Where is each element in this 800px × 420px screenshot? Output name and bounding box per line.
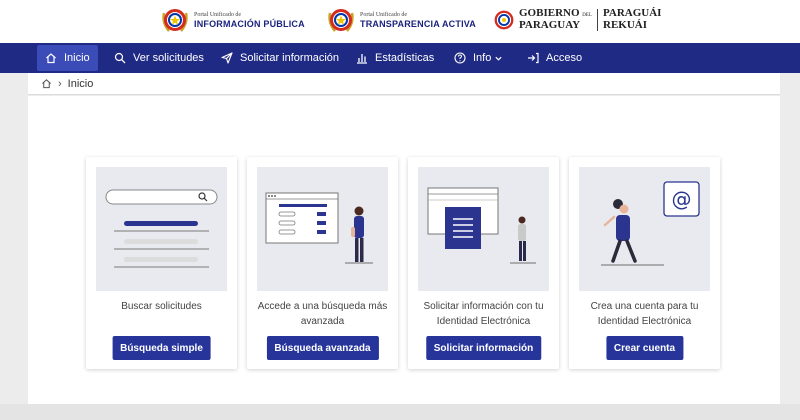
gov-line4: REKUÁI bbox=[603, 19, 648, 31]
chevron-down-icon bbox=[495, 56, 502, 61]
nav-label: Inicio bbox=[64, 52, 90, 64]
breadcrumb: › Inicio bbox=[28, 73, 780, 95]
svg-text:@: @ bbox=[672, 187, 692, 211]
logo-big-text: INFORMACIÓN PÚBLICA bbox=[194, 18, 305, 29]
search-illustration bbox=[96, 167, 227, 291]
card-description: Accede a una búsqueda más avanzada bbox=[257, 301, 388, 327]
request-info-illustration bbox=[418, 167, 549, 291]
nav-label: Solicitar información bbox=[240, 52, 340, 64]
logo-informacion-publica[interactable]: Portal Unificado de INFORMACIÓN PÚBLICA bbox=[160, 5, 305, 35]
nav-item-solicitar-informacion[interactable]: Solicitar información bbox=[213, 45, 347, 71]
advanced-search-illustration bbox=[257, 167, 388, 291]
card-crear-cuenta: @ Crea una cuenta para tu Identidad Elec… bbox=[569, 157, 720, 369]
main-nav: Inicio Ver solicitudes Solicitar informa… bbox=[0, 43, 800, 73]
nav-label: Ver solicitudes bbox=[133, 52, 204, 64]
main-content: Buscar solicitudes Búsqueda simple Acced… bbox=[28, 96, 780, 404]
card-description: Solicitar información con tu Identidad E… bbox=[423, 301, 544, 327]
logo-bar: Portal Unificado de INFORMACIÓN PÚBLICA … bbox=[0, 0, 800, 43]
bar-chart-icon bbox=[357, 54, 367, 64]
gov-line1-small: DEL bbox=[582, 13, 592, 19]
nav-item-inicio[interactable]: Inicio bbox=[37, 45, 98, 71]
logo-small-text: Portal Unificado de bbox=[194, 11, 241, 18]
logo-gobierno-paraguay[interactable]: GOBIERNO DEL PARAGUAY PARAGUÁI REKUÁI bbox=[493, 5, 661, 35]
gov-line2: PARAGUAY bbox=[519, 19, 581, 31]
paraguay-seal-icon bbox=[328, 9, 354, 32]
solicitar-informacion-button[interactable]: Solicitar información bbox=[425, 336, 542, 360]
login-icon bbox=[528, 52, 539, 64]
gov-separator bbox=[597, 9, 598, 31]
nav-label: Info bbox=[473, 52, 492, 64]
card-description: Crea una cuenta para tu Identidad Electr… bbox=[590, 301, 699, 327]
home-icon bbox=[46, 53, 56, 64]
nav-item-estadisticas[interactable]: Estadísticas bbox=[348, 45, 442, 71]
logo-big-text: TRANSPARENCIA ACTIVA bbox=[360, 18, 476, 29]
breadcrumb-current: Inicio bbox=[67, 77, 94, 90]
nav-label: Acceso bbox=[546, 52, 583, 64]
busqueda-simple-button[interactable]: Búsqueda simple bbox=[112, 336, 211, 360]
logo-transparencia-activa[interactable]: Portal Unificado de TRANSPARENCIA ACTIVA bbox=[326, 5, 476, 35]
busqueda-avanzada-button[interactable]: Búsqueda avanzada bbox=[266, 336, 379, 360]
create-account-illustration: @ bbox=[579, 167, 710, 291]
gov-seal-icon bbox=[494, 10, 514, 30]
card-busqueda-avanzada: Accede a una búsqueda más avanzada Búsqu… bbox=[247, 157, 398, 369]
logo-small-text: Portal Unificado de bbox=[360, 11, 407, 18]
card-description: Buscar solicitudes bbox=[121, 301, 202, 312]
nav-item-ver-solicitudes[interactable]: Ver solicitudes bbox=[106, 45, 212, 71]
crear-cuenta-button[interactable]: Crear cuenta bbox=[605, 336, 684, 360]
nav-label: Estadísticas bbox=[375, 52, 435, 64]
nav-item-info[interactable]: Info bbox=[446, 45, 511, 71]
gov-line1: GOBIERNO bbox=[519, 7, 580, 20]
home-icon[interactable] bbox=[41, 78, 52, 89]
card-solicitar-informacion: Solicitar información con tu Identidad E… bbox=[408, 157, 559, 369]
footer-strip bbox=[0, 404, 800, 420]
nav-item-acceso[interactable]: Acceso bbox=[519, 45, 590, 71]
send-icon bbox=[221, 52, 233, 64]
chevron-right-icon: › bbox=[58, 77, 62, 90]
paraguay-seal-icon bbox=[162, 9, 188, 32]
card-busqueda-simple: Buscar solicitudes Búsqueda simple bbox=[86, 157, 237, 369]
search-icon bbox=[114, 52, 126, 64]
help-circle-icon bbox=[454, 52, 466, 64]
